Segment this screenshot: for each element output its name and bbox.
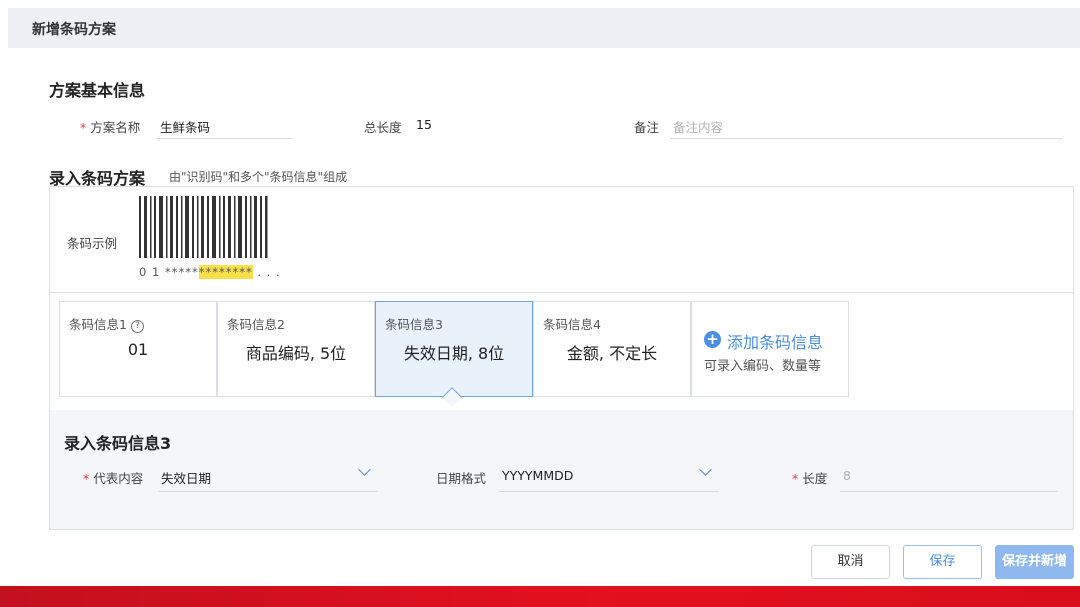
barcode-icon (139, 196, 268, 258)
add-barcode-info-button[interactable]: + 添加条码信息 可录入编码、数量等 (691, 301, 849, 397)
total-length-value: 15 (416, 117, 432, 132)
scheme-entry-subtitle: 由"识别码"和多个"条码信息"组成 (169, 170, 348, 184)
add-barcode-info-hint: 可录入编码、数量等 (704, 359, 822, 374)
card-value: 01 (127, 340, 149, 359)
barcode-info-card-4[interactable]: 条码信息4 金额, 不定长 (533, 301, 691, 397)
card-title: 条码信息1 (69, 317, 127, 332)
scheme-name-underline (157, 138, 292, 139)
barcode-digits: 0 1 ************* . . . (139, 265, 281, 279)
card-value: 失效日期, 8位 (403, 344, 505, 363)
note-label: 备注 (634, 120, 660, 135)
card-value: 商品编码, 5位 (245, 344, 347, 363)
help-icon[interactable]: ? (130, 320, 144, 333)
scheme-name-label: * 方案名称 (80, 120, 141, 135)
save-button[interactable]: 保存 (903, 545, 982, 579)
barcode-info-card-1[interactable]: 条码信息1? 01 (59, 301, 217, 397)
note-input[interactable]: 备注内容 (673, 117, 723, 136)
barcode-info-detail: 录入条码信息3 * 代表内容 失效日期 日期格式 YYYYMMDD * 长度 8 (50, 410, 1073, 529)
barcode-example-row: 条码示例 0 1 ************* . . . (50, 187, 1073, 293)
date-format-label: 日期格式 (436, 471, 487, 486)
content-underline (158, 491, 378, 492)
length-input[interactable]: 8 (843, 468, 851, 483)
barcode-info-card-2[interactable]: 条码信息2 商品编码, 5位 (217, 301, 375, 397)
detail-title: 录入条码信息3 (64, 434, 172, 453)
card-value: 金额, 不定长 (566, 344, 658, 363)
barcode-example-label: 条码示例 (67, 236, 118, 251)
card-title: 条码信息4 (543, 317, 601, 332)
highlighted-digits: ******** (198, 265, 253, 279)
footer-bar (0, 586, 1080, 607)
scheme-panel: 条码示例 0 1 ************* . . . 条码信息1 ? 01 … (49, 186, 1074, 530)
page-header: 新增条码方案 (8, 8, 1080, 48)
save-and-new-button[interactable]: 保存并新增 (995, 545, 1074, 579)
add-barcode-info-label: 添加条码信息 (727, 333, 824, 352)
barcode-info-card-3[interactable]: 条码信息3 失效日期, 8位 (375, 301, 533, 397)
card-title: 条码信息2 (227, 317, 285, 332)
content-label: * 代表内容 (83, 471, 144, 486)
total-length-label: 总长度 (364, 120, 402, 135)
plus-circle-icon: + (704, 331, 721, 348)
content-select[interactable]: 失效日期 (161, 468, 211, 487)
cancel-button[interactable]: 取消 (811, 545, 890, 579)
required-mark: * (83, 471, 90, 486)
length-label: * 长度 (792, 471, 828, 486)
page-title: 新增条码方案 (32, 22, 116, 38)
note-underline (670, 138, 1062, 139)
scheme-name-input[interactable]: 生鲜条码 (160, 117, 210, 136)
required-mark: * (792, 471, 799, 486)
card-title: 条码信息3 (385, 317, 443, 332)
date-format-select[interactable]: YYYYMMDD (502, 468, 573, 483)
chevron-down-icon[interactable] (699, 463, 712, 476)
date-format-underline (499, 491, 719, 492)
chevron-down-icon[interactable] (358, 463, 371, 476)
basic-info-title: 方案基本信息 (49, 81, 146, 100)
length-underline (840, 491, 1058, 492)
required-mark: * (80, 120, 87, 135)
